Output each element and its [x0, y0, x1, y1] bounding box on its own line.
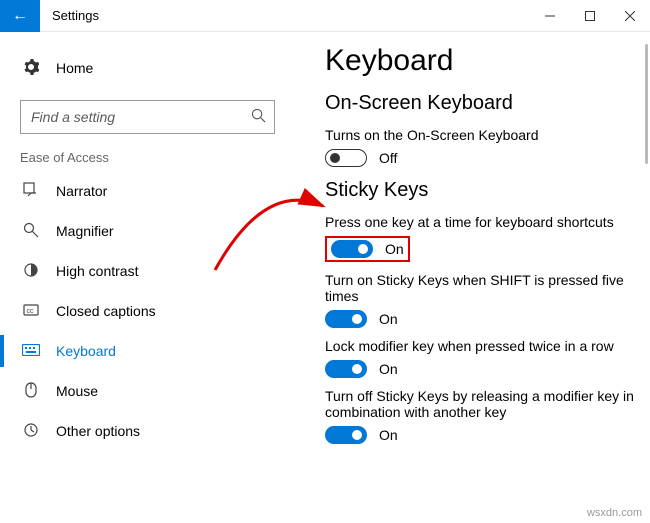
keyboard-icon — [20, 343, 42, 359]
sticky-s4-state: On — [379, 427, 398, 443]
home-row[interactable]: Home — [0, 48, 295, 88]
magnifier-icon — [20, 222, 42, 241]
sidebar-item-closed-captions[interactable]: cc Closed captions — [0, 291, 295, 331]
osk-toggle[interactable] — [325, 149, 367, 167]
arrow-left-icon: ← — [12, 7, 28, 25]
sidebar-item-narrator[interactable]: Narrator — [0, 171, 295, 211]
sidebar-item-label: High contrast — [56, 263, 138, 279]
svg-text:cc: cc — [27, 308, 35, 315]
annotation-highlight: On — [325, 236, 410, 262]
sidebar-item-other-options[interactable]: Other options — [0, 411, 295, 451]
watermark: wsxdn.com — [587, 507, 642, 519]
sticky-s2-toggle[interactable] — [325, 310, 367, 328]
search-box[interactable] — [20, 100, 275, 134]
minimize-icon — [545, 11, 555, 21]
content-pane: Keyboard On-Screen Keyboard Turns on the… — [295, 32, 650, 523]
close-button[interactable] — [610, 0, 650, 32]
sidebar-item-mouse[interactable]: Mouse — [0, 371, 295, 411]
osk-label: Turns on the On-Screen Keyboard — [325, 127, 640, 143]
options-icon — [20, 422, 42, 441]
search-input[interactable] — [29, 108, 251, 126]
sidebar-item-label: Mouse — [56, 383, 98, 399]
sidebar: Home Ease of Access Narrator Magnifier — [0, 32, 295, 523]
search-icon — [251, 108, 266, 126]
sidebar-item-label: Closed captions — [56, 303, 156, 319]
sticky-s4-toggle[interactable] — [325, 426, 367, 444]
sticky-s2-label: Turn on Sticky Keys when SHIFT is presse… — [325, 272, 640, 304]
back-button[interactable]: ← — [0, 0, 40, 32]
sidebar-item-high-contrast[interactable]: High contrast — [0, 251, 295, 291]
sidebar-item-label: Keyboard — [56, 343, 116, 359]
sticky-s1-state: On — [385, 241, 404, 257]
sidebar-item-keyboard[interactable]: Keyboard — [0, 331, 295, 371]
captions-icon: cc — [20, 302, 42, 321]
mouse-icon — [20, 382, 42, 401]
sticky-heading: Sticky Keys — [325, 179, 640, 202]
sticky-s3-toggle[interactable] — [325, 360, 367, 378]
page-title: Keyboard — [325, 44, 640, 78]
maximize-icon — [585, 11, 595, 21]
sidebar-item-magnifier[interactable]: Magnifier — [0, 211, 295, 251]
sidebar-item-label: Other options — [56, 423, 140, 439]
sticky-s4-label: Turn off Sticky Keys by releasing a modi… — [325, 388, 640, 420]
sticky-s3-state: On — [379, 361, 398, 377]
home-label: Home — [56, 60, 93, 76]
scrollbar[interactable] — [645, 44, 648, 164]
gear-icon — [20, 59, 42, 78]
sticky-s1-label: Press one key at a time for keyboard sho… — [325, 214, 640, 230]
narrator-icon — [20, 182, 42, 201]
contrast-icon — [20, 262, 42, 281]
sticky-s1-toggle[interactable] — [331, 240, 373, 258]
osk-state: Off — [379, 150, 397, 166]
osk-heading: On-Screen Keyboard — [325, 92, 640, 115]
sticky-s3-label: Lock modifier key when pressed twice in … — [325, 338, 640, 354]
window-title: Settings — [40, 8, 530, 23]
section-label: Ease of Access — [0, 150, 295, 165]
titlebar: ← Settings — [0, 0, 650, 32]
close-icon — [625, 11, 635, 21]
maximize-button[interactable] — [570, 0, 610, 32]
minimize-button[interactable] — [530, 0, 570, 32]
sidebar-item-label: Magnifier — [56, 223, 114, 239]
sticky-s2-state: On — [379, 311, 398, 327]
sidebar-item-label: Narrator — [56, 183, 107, 199]
